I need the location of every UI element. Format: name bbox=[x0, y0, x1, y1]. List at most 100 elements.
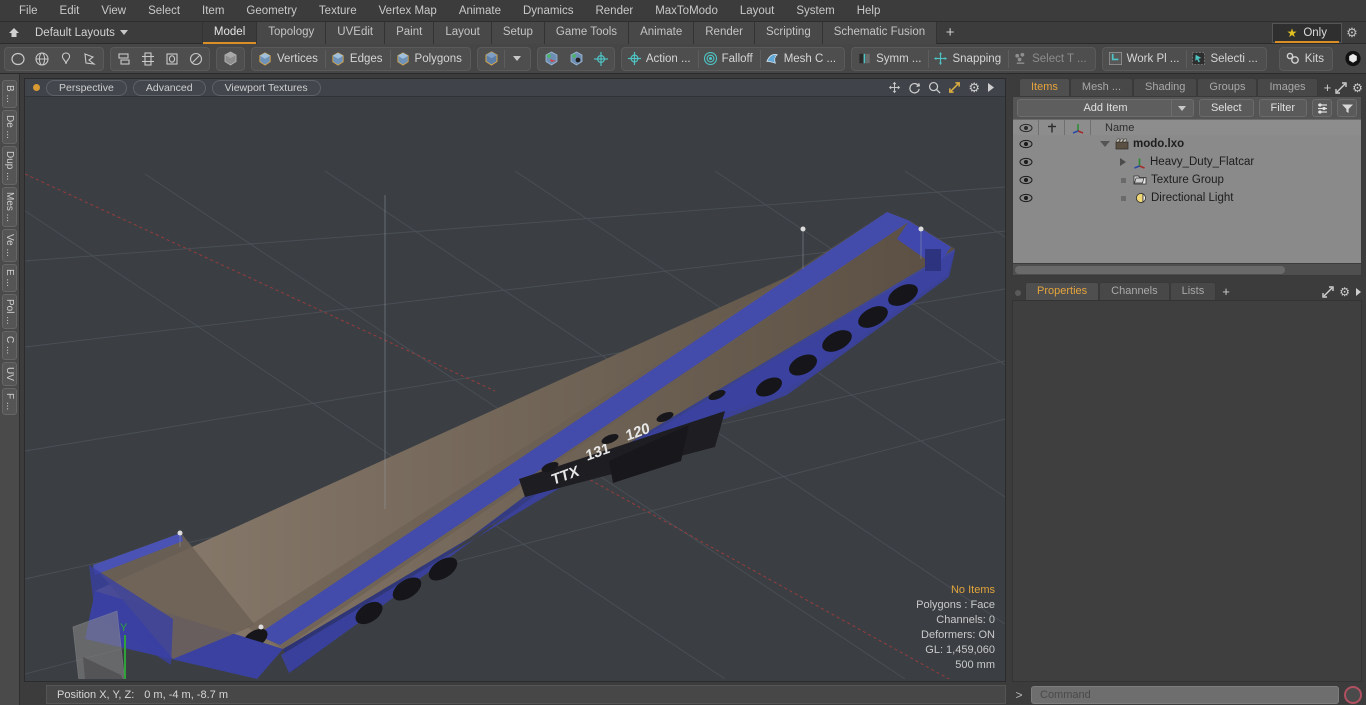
menu-item-select[interactable]: Select bbox=[137, 0, 191, 22]
menu-item-animate[interactable]: Animate bbox=[448, 0, 512, 22]
left-tool-tab-6[interactable]: Pol ... bbox=[2, 293, 17, 330]
properties-tab-lists[interactable]: Lists bbox=[1169, 282, 1217, 300]
expand-icon[interactable] bbox=[1322, 286, 1334, 298]
align-icon[interactable] bbox=[112, 48, 136, 70]
layout-tab-topology[interactable]: Topology bbox=[257, 21, 327, 44]
eye-icon[interactable] bbox=[1013, 175, 1039, 185]
layout-tab-uvedit[interactable]: UVEdit bbox=[326, 21, 386, 44]
menu-item-help[interactable]: Help bbox=[846, 0, 892, 22]
layout-tab-scripting[interactable]: Scripting bbox=[754, 21, 823, 44]
menu-item-vertex-map[interactable]: Vertex Map bbox=[368, 0, 448, 22]
chevron-down-icon[interactable] bbox=[1099, 141, 1111, 147]
viewport-textures-button[interactable]: Viewport Textures bbox=[211, 79, 321, 96]
toolbar-symm-button[interactable]: Symm ... bbox=[853, 48, 928, 70]
menu-item-render[interactable]: Render bbox=[584, 0, 644, 22]
item-tree[interactable]: modo.lxo Heavy_Duty_Flatcar Texture Group D… bbox=[1013, 135, 1361, 263]
gear-icon[interactable]: ⚙ bbox=[968, 81, 980, 94]
menu-item-layout[interactable]: Layout bbox=[729, 0, 786, 22]
chevron-down-icon[interactable] bbox=[1170, 100, 1193, 116]
item-cube-icon[interactable] bbox=[479, 48, 504, 70]
home-icon[interactable] bbox=[3, 22, 25, 44]
viewport-menu-dot[interactable] bbox=[33, 84, 40, 91]
toolbar-work-pl-button[interactable]: Work Pl ... bbox=[1104, 48, 1187, 70]
tree-row[interactable]: Heavy_Duty_Flatcar bbox=[1013, 153, 1361, 171]
paint-select-icon[interactable] bbox=[78, 48, 102, 70]
chevron-right-icon[interactable] bbox=[1355, 287, 1362, 297]
menu-item-item[interactable]: Item bbox=[191, 0, 235, 22]
component-mode-polygons[interactable]: Polygons bbox=[391, 48, 469, 70]
list-options-icon[interactable] bbox=[1312, 99, 1332, 117]
chevron-right-icon[interactable] bbox=[1117, 158, 1129, 166]
fullscreen-icon[interactable] bbox=[948, 81, 961, 94]
layout-tab-render[interactable]: Render bbox=[694, 21, 755, 44]
left-tool-tab-5[interactable]: E ... bbox=[2, 263, 17, 292]
toolbar-select-t-button[interactable]: Select T ... bbox=[1009, 48, 1094, 70]
left-tool-tab-1[interactable]: De ... bbox=[2, 109, 17, 144]
gear-icon[interactable]: ⚙ bbox=[1342, 25, 1362, 41]
center-icon[interactable] bbox=[136, 48, 160, 70]
solid-cube-icon[interactable] bbox=[218, 48, 243, 70]
add-item-button[interactable]: Add Item bbox=[1017, 99, 1194, 117]
chevron-down-icon[interactable] bbox=[505, 48, 529, 70]
command-input[interactable]: Command bbox=[1031, 685, 1339, 704]
filter-button[interactable]: Filter bbox=[1258, 99, 1307, 117]
layout-tab-model[interactable]: Model bbox=[201, 21, 258, 44]
menu-item-dynamics[interactable]: Dynamics bbox=[512, 0, 584, 22]
toolbar-mesh-c-button[interactable]: Mesh C ... bbox=[761, 48, 843, 70]
layout-tab-animate[interactable]: Animate bbox=[629, 21, 695, 44]
left-tool-tab-9[interactable]: F ... bbox=[2, 387, 17, 415]
panel-tab-items[interactable]: Items bbox=[1019, 78, 1070, 96]
component-mode-vertices[interactable]: Vertices bbox=[253, 48, 325, 70]
tree-row[interactable]: Directional Light bbox=[1013, 189, 1361, 207]
menu-item-system[interactable]: System bbox=[785, 0, 845, 22]
tree-row[interactable]: modo.lxo bbox=[1013, 135, 1361, 153]
properties-menu-dot[interactable] bbox=[1015, 290, 1021, 296]
record-icon[interactable] bbox=[1344, 685, 1362, 704]
eye-icon[interactable] bbox=[1013, 139, 1039, 149]
add-properties-tab-button[interactable]: + bbox=[1216, 284, 1234, 300]
panel-tab-shading[interactable]: Shading bbox=[1133, 78, 1198, 96]
square-icon[interactable] bbox=[160, 48, 184, 70]
add-panel-tab-button[interactable]: + bbox=[1318, 80, 1336, 96]
menu-item-file[interactable]: File bbox=[8, 0, 49, 22]
panel-tab-mesh-[interactable]: Mesh ... bbox=[1069, 78, 1134, 96]
left-tool-tab-3[interactable]: Mes ... bbox=[2, 187, 17, 228]
layout-tab-schematic-fusion[interactable]: Schematic Fusion bbox=[822, 21, 938, 44]
toolbar-falloff-button[interactable]: Falloff bbox=[699, 48, 760, 70]
tree-horizontal-scrollbar[interactable] bbox=[1013, 263, 1361, 275]
layout-tab-layout[interactable]: Layout bbox=[434, 21, 492, 44]
toolbar-selecti-button[interactable]: Selecti ... bbox=[1187, 48, 1264, 70]
material-sphere-icon[interactable] bbox=[539, 48, 564, 70]
menu-item-maxtomodo[interactable]: MaxToModo bbox=[644, 0, 729, 22]
3d-viewport[interactable]: TTX 131 120 Y No Items Polygons: Face C… bbox=[25, 79, 1005, 681]
select-button[interactable]: Select bbox=[1198, 99, 1254, 117]
globe-select-icon[interactable] bbox=[30, 48, 54, 70]
rotate-icon[interactable] bbox=[908, 81, 921, 94]
layout-tab-setup[interactable]: Setup bbox=[491, 21, 545, 44]
kits-button[interactable]: Kits bbox=[1281, 48, 1331, 70]
menu-item-geometry[interactable]: Geometry bbox=[235, 0, 308, 22]
modo-badge-icon[interactable] bbox=[1341, 48, 1365, 70]
gear-icon[interactable]: ⚙ bbox=[1339, 286, 1350, 298]
menu-item-edit[interactable]: Edit bbox=[49, 0, 91, 22]
left-tool-tab-8[interactable]: UV bbox=[2, 361, 17, 386]
panel-tab-groups[interactable]: Groups bbox=[1197, 78, 1258, 96]
layout-tab-game-tools[interactable]: Game Tools bbox=[544, 21, 630, 44]
toolbar-action-button[interactable]: Action ... bbox=[623, 48, 698, 70]
scrollbar-thumb[interactable] bbox=[1015, 265, 1285, 274]
viewport-view-mode-button[interactable]: Perspective bbox=[46, 79, 127, 96]
ellipse-icon[interactable] bbox=[184, 48, 208, 70]
only-toggle-button[interactable]: ★ Only bbox=[1271, 22, 1342, 43]
left-tool-tab-7[interactable]: C ... bbox=[2, 331, 17, 360]
lasso-select-icon[interactable] bbox=[54, 48, 78, 70]
pan-icon[interactable] bbox=[888, 81, 901, 94]
eye-icon[interactable] bbox=[1013, 193, 1039, 203]
add-layout-tab-button[interactable]: + bbox=[937, 24, 964, 41]
left-tool-tab-4[interactable]: Ve ... bbox=[2, 229, 17, 262]
circle-select-icon[interactable] bbox=[6, 48, 30, 70]
eye-icon[interactable] bbox=[1013, 157, 1039, 167]
layout-selector[interactable]: Default Layouts bbox=[25, 22, 136, 44]
panel-tab-images[interactable]: Images bbox=[1257, 78, 1318, 96]
tree-row[interactable]: Texture Group bbox=[1013, 171, 1361, 189]
left-tool-tab-0[interactable]: B ... bbox=[2, 80, 17, 108]
